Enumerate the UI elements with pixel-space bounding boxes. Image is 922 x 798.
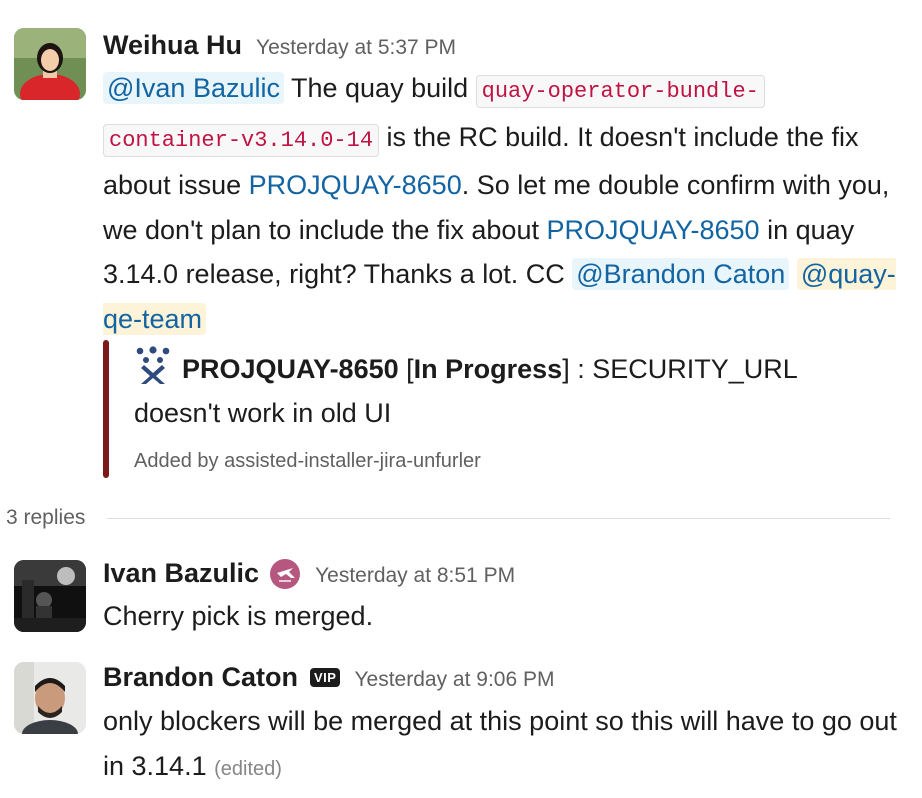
message-text: Cherry pick is merged. bbox=[103, 601, 374, 631]
timestamp[interactable]: Yesterday at 5:37 PM bbox=[256, 36, 456, 60]
unfurl-title: PROJQUAY-8650 [In Progress] : SECURITY_U… bbox=[134, 346, 854, 435]
author-name[interactable]: Ivan Bazulic bbox=[103, 558, 259, 589]
link-unfurl: PROJQUAY-8650 [In Progress] : SECURITY_U… bbox=[103, 340, 863, 478]
timestamp[interactable]: Yesterday at 9:06 PM bbox=[354, 668, 554, 692]
avatar-ivan-bazulic[interactable] bbox=[14, 560, 86, 632]
avatar-weihua-hu[interactable] bbox=[14, 28, 86, 100]
user-mention[interactable]: @Brandon Caton bbox=[572, 258, 790, 290]
divider-line bbox=[107, 517, 890, 519]
user-mention[interactable]: @Ivan Bazulic bbox=[103, 72, 284, 104]
edited-label: (edited) bbox=[214, 757, 282, 780]
timestamp[interactable]: Yesterday at 8:51 PM bbox=[315, 564, 515, 588]
thread-replies-divider: 3 replies bbox=[0, 506, 890, 530]
message-header: Brandon Caton VIP Yesterday at 9:06 PM bbox=[103, 662, 554, 693]
issue-link[interactable]: PROJQUAY-8650 bbox=[249, 170, 462, 200]
message-body: @Ivan Bazulic The quay build quay-operat… bbox=[103, 66, 908, 341]
unfurl-footer: Added by assisted-installer-jira-unfurle… bbox=[134, 450, 481, 472]
message-header: Ivan Bazulic Yesterday at 8:51 PM bbox=[103, 558, 515, 590]
status-open: [ bbox=[398, 354, 414, 384]
message-header: Weihua Hu Yesterday at 5:37 PM bbox=[103, 30, 456, 61]
jira-icon bbox=[134, 346, 172, 386]
airplane-badge-icon[interactable] bbox=[269, 558, 301, 590]
issue-key[interactable]: PROJQUAY-8650 bbox=[182, 354, 399, 384]
inline-code: quay-operator-bundle- bbox=[475, 75, 765, 108]
message-text: The quay build bbox=[283, 73, 476, 103]
unfurl-accent-bar bbox=[103, 340, 109, 478]
author-name[interactable]: Brandon Caton bbox=[103, 662, 298, 693]
replies-count: 3 replies bbox=[6, 506, 86, 529]
issue-link[interactable]: PROJQUAY-8650 bbox=[546, 215, 759, 245]
inline-code: container-v3.14.0-14 bbox=[103, 123, 380, 157]
issue-status: In Progress bbox=[413, 354, 563, 384]
vip-badge: VIP bbox=[310, 668, 341, 687]
avatar-brandon-caton[interactable] bbox=[14, 662, 86, 734]
author-name[interactable]: Weihua Hu bbox=[103, 30, 242, 61]
message-body: only blockers will be merged at this poi… bbox=[103, 699, 908, 791]
message-body: Cherry pick is merged. bbox=[103, 594, 908, 639]
